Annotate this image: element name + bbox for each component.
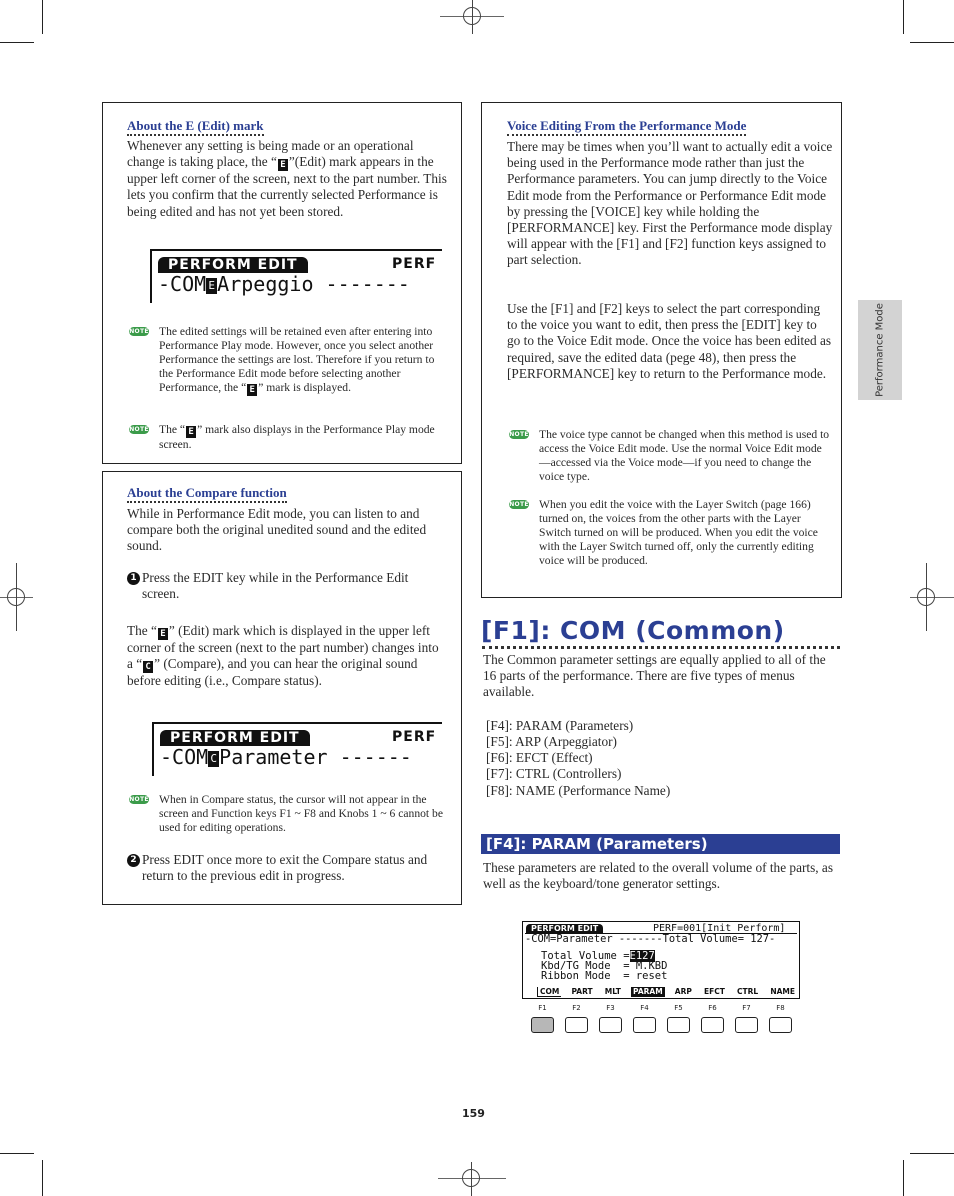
fkey-label: F1 (538, 1004, 547, 1012)
fkey-label: F8 (776, 1004, 785, 1012)
heading-dotted-rule (482, 646, 840, 649)
fkey-label: F3 (606, 1004, 615, 1012)
screen-menu-ctrl: CTRL (737, 987, 759, 996)
lcd-tab: PERFORM EDIT (160, 730, 310, 746)
section-heading-com: [F1]: COM (Common) (481, 616, 785, 645)
fkey-label: F6 (708, 1004, 717, 1012)
com-menu-item: [F4]: PARAM (Parameters) (486, 718, 634, 733)
edit-mark-icon: E (247, 384, 258, 397)
screen-menu-arp: ARP (674, 987, 692, 996)
fkey-label: F7 (742, 1004, 751, 1012)
fkey-label: F2 (572, 1004, 581, 1012)
fkey-label: F4 (640, 1004, 649, 1012)
edit-mark-icon: E (186, 426, 197, 438)
crop-mark (42, 1160, 43, 1196)
com-menu-item: [F6]: EFCT (Effect) (486, 750, 593, 765)
compare-mark-icon: C (208, 751, 220, 767)
side-tab: Performance Mode (858, 300, 902, 400)
fkey-f8 (769, 1017, 792, 1033)
lcd-line: -COM E Arpeggio ------- (158, 272, 410, 296)
com-menu-item: [F5]: ARP (Arpeggiator) (486, 734, 617, 749)
edit-mark-icon: E (277, 159, 288, 172)
fkey-f2 (565, 1017, 588, 1033)
note-icon: NOTE (129, 327, 149, 336)
lcd-line: -COM C Parameter ------ (160, 745, 412, 769)
note-text: The edited settings will be retained eve… (159, 325, 435, 397)
com-menu-item: [F8]: NAME (Performance Name) (486, 783, 671, 798)
step-number-1: 1 (127, 572, 140, 585)
compare-mark-icon: C (143, 661, 154, 674)
screen-tab: PERFORM EDIT (526, 924, 604, 933)
section-heading-param: [F4]: PARAM (Parameters) (481, 834, 840, 854)
side-tab-label: Performance Mode (874, 303, 886, 397)
note-icon: NOTE (129, 425, 149, 434)
lcd-tab: PERFORM EDIT (158, 257, 308, 273)
crop-mark (903, 0, 904, 34)
compare-paragraph: The “E” (Edit) mark which is displayed i… (127, 623, 439, 689)
fkey-f4 (633, 1017, 656, 1033)
function-keys: F1 F2 F3 F4 F5 F6 F7 F8 (531, 1004, 796, 1036)
edit-mark-title: About the E (Edit) mark (127, 118, 264, 136)
crop-mark (910, 1153, 954, 1154)
screen-menu-param: PARAM (631, 987, 665, 997)
step-2-text: Press EDIT once more to exit the Compare… (142, 852, 428, 884)
note-text: The “E” mark also displays in the Perfor… (159, 423, 435, 451)
crop-mark (910, 42, 954, 43)
lcd-perf-label: PERF (392, 256, 437, 272)
fkey-label: F5 (674, 1004, 683, 1012)
com-intro: The Common parameter settings are equall… (483, 652, 826, 700)
note-icon: NOTE (509, 430, 529, 439)
page-number: 159 (462, 1107, 485, 1120)
screen-menu-name: NAME (770, 987, 795, 996)
edit-mark-icon: E (157, 628, 168, 640)
note-icon: NOTE (129, 795, 149, 804)
screen-title-line: -COM=Parameter -------Total Volume= 127- (525, 933, 776, 945)
lcd-parameter: PERFORM EDIT PERF -COM C Parameter ------ (152, 722, 442, 776)
note-text: The voice type cannot be changed when th… (539, 428, 830, 484)
fkey-f7 (735, 1017, 758, 1033)
param-intro: These parameters are related to the over… (483, 860, 833, 892)
lcd-screen-param: PERFORM EDIT PERF=001[Init Perform] -COM… (522, 921, 800, 999)
note-text: When you edit the voice with the Layer S… (539, 498, 818, 568)
screen-menu-com: COM (537, 987, 562, 997)
crop-mark (0, 42, 34, 43)
fkey-f3 (599, 1017, 622, 1033)
compare-title: About the Compare function (127, 485, 287, 503)
edit-mark-icon: E (206, 278, 218, 294)
crop-mark (42, 0, 43, 34)
edit-mark-paragraph: Whenever any setting is being made or an… (127, 138, 447, 219)
screen-menu-bar: COM PART MLT PARAM ARP EFCT CTRL NAME (537, 987, 797, 997)
com-menu-item: [F7]: CTRL (Controllers) (486, 766, 622, 781)
fkey-f6 (701, 1017, 724, 1033)
step-1-text: Press the EDIT key while in the Performa… (142, 570, 409, 602)
voice-editing-para-1: There may be times when you’ll want to a… (507, 139, 833, 268)
screen-menu-mlt: MLT (604, 987, 621, 996)
fkey-f1 (531, 1017, 554, 1033)
step-number-2: 2 (127, 854, 140, 867)
crop-mark (903, 1160, 904, 1196)
voice-editing-title: Voice Editing From the Performance Mode (507, 118, 747, 136)
screen-menu-part: PART (571, 987, 593, 996)
lcd-arpeggio: PERFORM EDIT PERF -COM E Arpeggio ------- (150, 249, 442, 303)
lcd-perf-label: PERF (392, 729, 437, 745)
compare-intro: While in Performance Edit mode, you can … (127, 506, 427, 554)
note-icon: NOTE (509, 500, 529, 509)
screen-menu-efct: EFCT (704, 987, 725, 996)
voice-editing-para-2: Use the [F1] and [F2] keys to select the… (507, 301, 832, 381)
note-text: When in Compare status, the cursor will … (159, 793, 443, 835)
fkey-f5 (667, 1017, 690, 1033)
screen-row: Ribbon Mode = reset (541, 970, 668, 982)
crop-mark (0, 1153, 34, 1154)
